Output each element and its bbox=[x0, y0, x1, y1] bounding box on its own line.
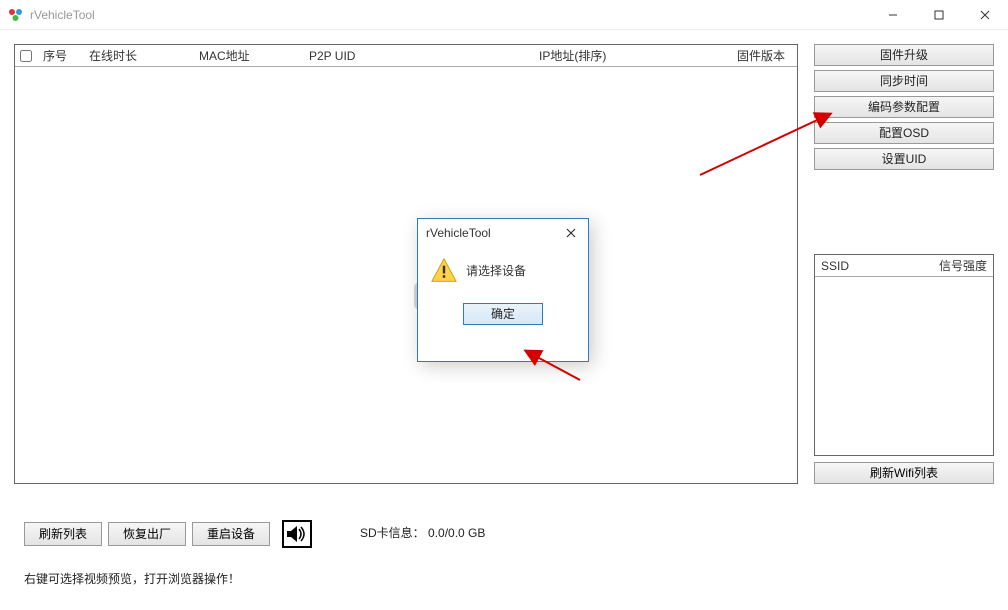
wifi-table-header: SSID 信号强度 bbox=[815, 255, 993, 277]
refresh-list-button[interactable]: 刷新列表 bbox=[24, 522, 102, 546]
col-ssid[interactable]: SSID bbox=[815, 257, 933, 275]
select-all-checkbox[interactable] bbox=[20, 50, 32, 62]
col-seq[interactable]: 序号 bbox=[37, 45, 83, 66]
dialog-ok-button[interactable]: 确定 bbox=[463, 303, 543, 325]
window-titlebar: rVehicleTool bbox=[0, 0, 1008, 30]
speaker-button[interactable] bbox=[282, 520, 312, 548]
alert-dialog: rVehicleTool 请选择设备 确定 bbox=[417, 218, 589, 362]
col-firmware[interactable]: 固件版本 bbox=[713, 45, 797, 66]
device-table-body[interactable] bbox=[15, 67, 797, 483]
col-ip[interactable]: IP地址(排序) bbox=[533, 45, 713, 66]
close-icon bbox=[980, 10, 990, 20]
maximize-button[interactable] bbox=[916, 0, 962, 30]
device-table[interactable]: 序号 在线时长 MAC地址 P2P UID IP地址(排序) 固件版本 bbox=[14, 44, 798, 484]
encode-config-button[interactable]: 编码参数配置 bbox=[814, 96, 994, 118]
refresh-wifi-button[interactable]: 刷新Wifi列表 bbox=[814, 462, 994, 484]
set-uid-button[interactable]: 设置UID bbox=[814, 148, 994, 170]
window-title: rVehicleTool bbox=[30, 8, 95, 22]
device-table-header: 序号 在线时长 MAC地址 P2P UID IP地址(排序) 固件版本 bbox=[15, 45, 797, 67]
minimize-button[interactable] bbox=[870, 0, 916, 30]
config-osd-button[interactable]: 配置OSD bbox=[814, 122, 994, 144]
firmware-upgrade-button[interactable]: 固件升级 bbox=[814, 44, 994, 66]
dialog-title: rVehicleTool bbox=[426, 226, 491, 240]
maximize-icon bbox=[934, 10, 944, 20]
minimize-icon bbox=[888, 10, 898, 20]
sd-label: SD卡信息： bbox=[360, 526, 425, 540]
sd-info: SD卡信息： 0.0/0.0 GB bbox=[360, 524, 485, 541]
close-icon bbox=[566, 228, 576, 238]
dialog-message: 请选择设备 bbox=[466, 262, 526, 279]
sync-time-button[interactable]: 同步时间 bbox=[814, 70, 994, 92]
dialog-close-button[interactable] bbox=[562, 225, 580, 241]
close-button[interactable] bbox=[962, 0, 1008, 30]
sd-value: 0.0/0.0 GB bbox=[428, 526, 485, 540]
wifi-table[interactable]: SSID 信号强度 bbox=[814, 254, 994, 456]
speaker-icon bbox=[286, 524, 308, 544]
warning-icon bbox=[430, 257, 458, 283]
factory-reset-button[interactable]: 恢复出厂 bbox=[108, 522, 186, 546]
col-online-time[interactable]: 在线时长 bbox=[83, 45, 193, 66]
hint-text: 右键可选择视频预览，打开浏览器操作！ bbox=[24, 570, 240, 587]
bottom-controls: 刷新列表 恢复出厂 重启设备 bbox=[24, 520, 312, 548]
reboot-button[interactable]: 重启设备 bbox=[192, 522, 270, 546]
app-icon bbox=[8, 7, 24, 23]
col-mac[interactable]: MAC地址 bbox=[193, 45, 303, 66]
col-signal[interactable]: 信号强度 bbox=[933, 255, 993, 276]
col-p2p-uid[interactable]: P2P UID bbox=[303, 47, 533, 65]
side-button-group: 固件升级 同步时间 编码参数配置 配置OSD 设置UID bbox=[814, 44, 994, 174]
